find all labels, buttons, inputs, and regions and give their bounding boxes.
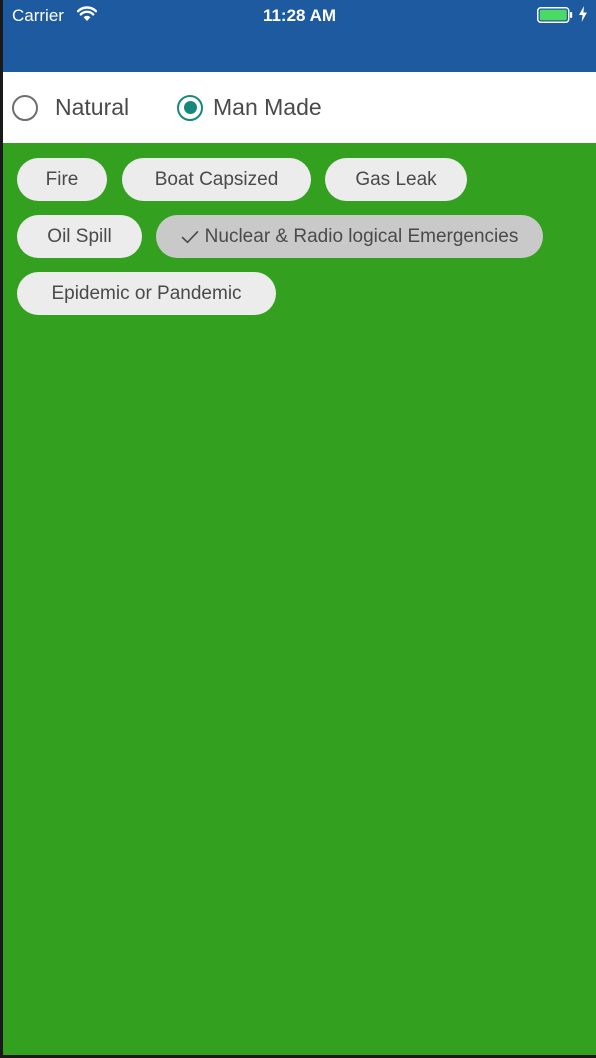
- man-made-radio-option[interactable]: Man Made: [177, 72, 322, 143]
- natural-radio-label: Natural: [55, 94, 130, 120]
- chip-label: Fire: [45, 168, 79, 190]
- chip-fire[interactable]: Fire: [17, 158, 107, 201]
- chip-label: Epidemic or Pandemic: [51, 282, 242, 304]
- charging-bolt-icon: [579, 6, 587, 22]
- chip-label: Oil Spill: [47, 225, 112, 247]
- chip-label: Nuclear & Radio logical Emergencies: [204, 225, 519, 247]
- man-made-radio-button[interactable]: [177, 94, 203, 121]
- checkmark-icon: [181, 230, 198, 243]
- disaster-chip-area: Fire Boat Capsized Gas Leak Oil Spill Nu…: [3, 143, 596, 1055]
- chip-epidemic-or-pandemic[interactable]: Epidemic or Pandemic: [17, 272, 276, 315]
- chip-label: Gas Leak: [355, 168, 437, 190]
- man-made-radio-label: Man Made: [213, 94, 322, 120]
- chip-boat-capsized[interactable]: Boat Capsized: [122, 158, 311, 201]
- disaster-type-selector: Natural Man Made: [3, 72, 596, 143]
- chip-gas-leak[interactable]: Gas Leak: [325, 158, 467, 201]
- chip-oil-spill[interactable]: Oil Spill: [17, 215, 142, 258]
- natural-radio-button[interactable]: [12, 94, 38, 121]
- app-screen: Carrier 11:28 AM Natural Man Made Fire B…: [3, 0, 596, 1055]
- battery-charging-icon: [537, 7, 573, 23]
- navigation-header: Carrier 11:28 AM: [3, 0, 596, 72]
- status-bar: Carrier 11:28 AM: [3, 0, 596, 30]
- chip-label: Boat Capsized: [154, 168, 279, 190]
- natural-radio-option[interactable]: Natural: [12, 72, 129, 143]
- radio-selected-dot: [183, 101, 197, 114]
- chip-nuclear-radiological-emergencies[interactable]: Nuclear & Radio logical Emergencies: [156, 215, 543, 258]
- status-time: 11:28 AM: [262, 6, 337, 25]
